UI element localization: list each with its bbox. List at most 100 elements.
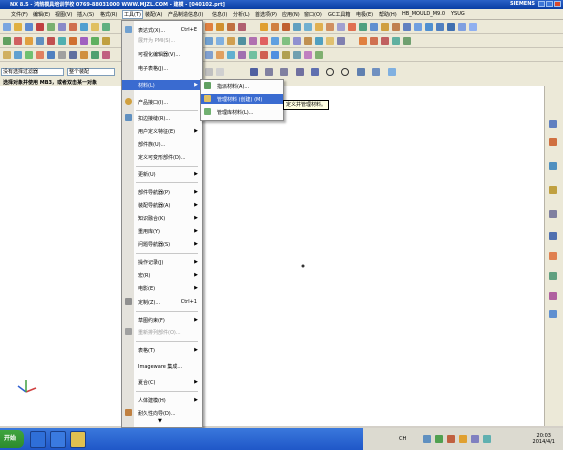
manufacturing-wizards-icon[interactable]	[549, 292, 557, 300]
cylinder-icon[interactable]	[216, 23, 224, 31]
menu-item-reorder-components[interactable]: 重新排列部件(O)...	[122, 327, 202, 337]
unsuppress-icon[interactable]	[381, 37, 389, 45]
unite-icon[interactable]	[260, 23, 268, 31]
rotate-icon[interactable]	[36, 51, 44, 59]
groove-icon[interactable]	[392, 23, 400, 31]
process-studio-icon[interactable]	[549, 272, 557, 280]
snap-circle-icon[interactable]	[326, 68, 334, 76]
maximize-button[interactable]	[546, 1, 553, 7]
menu-item-assign-materials[interactable]: 指派材料(A)...	[201, 81, 283, 91]
measure-icon[interactable]	[260, 37, 268, 45]
menu-window[interactable]: 窗口(O)	[304, 11, 322, 18]
menu-file[interactable]: 文件(F)	[11, 11, 28, 18]
tray-app-icon[interactable]	[447, 435, 455, 443]
tray-volume-icon[interactable]	[459, 435, 467, 443]
face-analysis-icon[interactable]	[91, 51, 99, 59]
datum-plane-icon[interactable]	[14, 37, 22, 45]
start-button[interactable]: 开始	[0, 430, 24, 448]
move-face-icon[interactable]	[216, 37, 224, 45]
copy-icon[interactable]	[47, 23, 55, 31]
point-on-curve-icon[interactable]	[293, 51, 301, 59]
chamfer-icon[interactable]	[304, 23, 312, 31]
redo-icon[interactable]	[80, 23, 88, 31]
menu-gc-toolkit[interactable]: GC工具箱	[328, 11, 350, 18]
menu-tools[interactable]: 工具(T)	[122, 10, 143, 19]
snap-mid-icon[interactable]	[280, 68, 288, 76]
replace-face-icon[interactable]	[227, 37, 235, 45]
layer-icon[interactable]	[293, 37, 301, 45]
render-icon[interactable]	[326, 37, 334, 45]
wireframe-icon[interactable]	[69, 51, 77, 59]
snap-end-icon[interactable]	[250, 68, 258, 76]
view-fit-icon[interactable]	[3, 51, 11, 59]
color-icon[interactable]	[403, 37, 411, 45]
snap-point-set-icon[interactable]	[388, 68, 396, 76]
menu-item-flange-seam[interactable]: 扣边接缝(R)...	[122, 113, 202, 123]
menu-item-macro[interactable]: 宏(R) ▶	[122, 270, 202, 280]
menu-item-product-interface[interactable]: 产品接口(I)...	[122, 97, 202, 107]
offset-face-icon[interactable]	[205, 37, 213, 45]
end-point-icon[interactable]	[216, 51, 224, 59]
curve-icon[interactable]	[91, 37, 99, 45]
resize-blend-icon[interactable]	[249, 37, 257, 45]
datum-axis-icon[interactable]	[25, 37, 33, 45]
snap-tangent-icon[interactable]	[311, 68, 319, 76]
thread-icon[interactable]	[403, 23, 411, 31]
clock[interactable]: 20:03 2014/4/1	[533, 433, 555, 445]
menu-item-movie[interactable]: 电影(E) ▶	[122, 283, 202, 293]
menu-item-journal[interactable]: 操作记录(J) ▶	[122, 257, 202, 267]
pocket-icon[interactable]	[370, 23, 378, 31]
menu-item-knowledge-fusion[interactable]: 知识融合(K) ▶	[122, 213, 202, 223]
quadrant-icon[interactable]	[271, 51, 279, 59]
spline-icon[interactable]	[80, 37, 88, 45]
menu-item-imageware[interactable]: Imageware 集成...	[122, 361, 202, 371]
menu-item-udf[interactable]: 用户定义特征(E) ▶	[122, 126, 202, 136]
menu-edit[interactable]: 编辑(E)	[33, 11, 50, 18]
arc-icon[interactable]	[69, 37, 77, 45]
delete-face-icon[interactable]	[238, 37, 246, 45]
draft-icon[interactable]	[326, 23, 334, 31]
point-on-face-icon[interactable]	[304, 51, 312, 59]
subtract-icon[interactable]	[271, 23, 279, 31]
point-icon[interactable]	[47, 37, 55, 45]
menu-item-sketch-constraints[interactable]: 草图约束(F) ▶	[122, 315, 202, 325]
web-browser-icon[interactable]	[549, 210, 557, 218]
menu-help[interactable]: 帮助(H)	[379, 11, 397, 18]
menu-item-part-navigator[interactable]: 部件导航器(P) ▶	[122, 187, 202, 197]
wcs-icon[interactable]	[315, 37, 323, 45]
suppress-icon[interactable]	[370, 37, 378, 45]
save-icon[interactable]	[25, 23, 33, 31]
tray-network-icon[interactable]	[423, 435, 431, 443]
snap-center-icon[interactable]	[341, 68, 349, 76]
scope-filter-select[interactable]: 整个装配	[67, 68, 115, 76]
boss-icon[interactable]	[348, 23, 356, 31]
arc-center-icon[interactable]	[260, 51, 268, 59]
edit-feature-icon[interactable]	[359, 37, 367, 45]
menu-item-manage-materials[interactable]: 管理材料 (创建) (M)	[201, 94, 283, 104]
taskbar-app-nx-icon[interactable]	[50, 431, 66, 448]
extrude-icon[interactable]	[102, 23, 110, 31]
menu-item-deformable-part[interactable]: 定义可变形部件(D)...	[122, 152, 202, 162]
menu-item-assembly-navigator[interactable]: 装配导航器(A) ▶	[122, 200, 202, 210]
menu-item-manage-library-materials[interactable]: 管理库材料(L)...	[201, 107, 283, 117]
intersect-icon[interactable]	[282, 23, 290, 31]
menu-analysis[interactable]: 分析(L)	[233, 11, 250, 18]
pan-icon[interactable]	[25, 51, 33, 59]
menu-item-customize[interactable]: 定制(Z)... Ctrl+1	[122, 297, 202, 307]
menu-item-visual-editor[interactable]: 可视化编辑器(V)...	[122, 49, 202, 59]
menu-view[interactable]: 视图(V)	[55, 11, 72, 18]
taskbar-app-browser-icon[interactable]	[30, 431, 46, 448]
block-icon[interactable]	[205, 23, 213, 31]
show-hide-icon[interactable]	[304, 37, 312, 45]
menu-application[interactable]: 应用(N)	[282, 11, 300, 18]
undo-icon[interactable]	[69, 23, 77, 31]
view-orient-icon[interactable]	[58, 51, 66, 59]
control-point-icon[interactable]	[238, 51, 246, 59]
roles-icon[interactable]	[549, 310, 557, 318]
menu-item-materials[interactable]: 材料(L) ▶	[122, 80, 202, 90]
reuse-library-icon[interactable]	[549, 186, 557, 194]
offset-icon[interactable]	[436, 23, 444, 31]
menu-item-spreadsheet[interactable]: 电子表格(J)...	[122, 63, 202, 73]
menu-item-issue-navigator[interactable]: 问题导航器(S) ▶	[122, 239, 202, 249]
slot-icon[interactable]	[381, 23, 389, 31]
